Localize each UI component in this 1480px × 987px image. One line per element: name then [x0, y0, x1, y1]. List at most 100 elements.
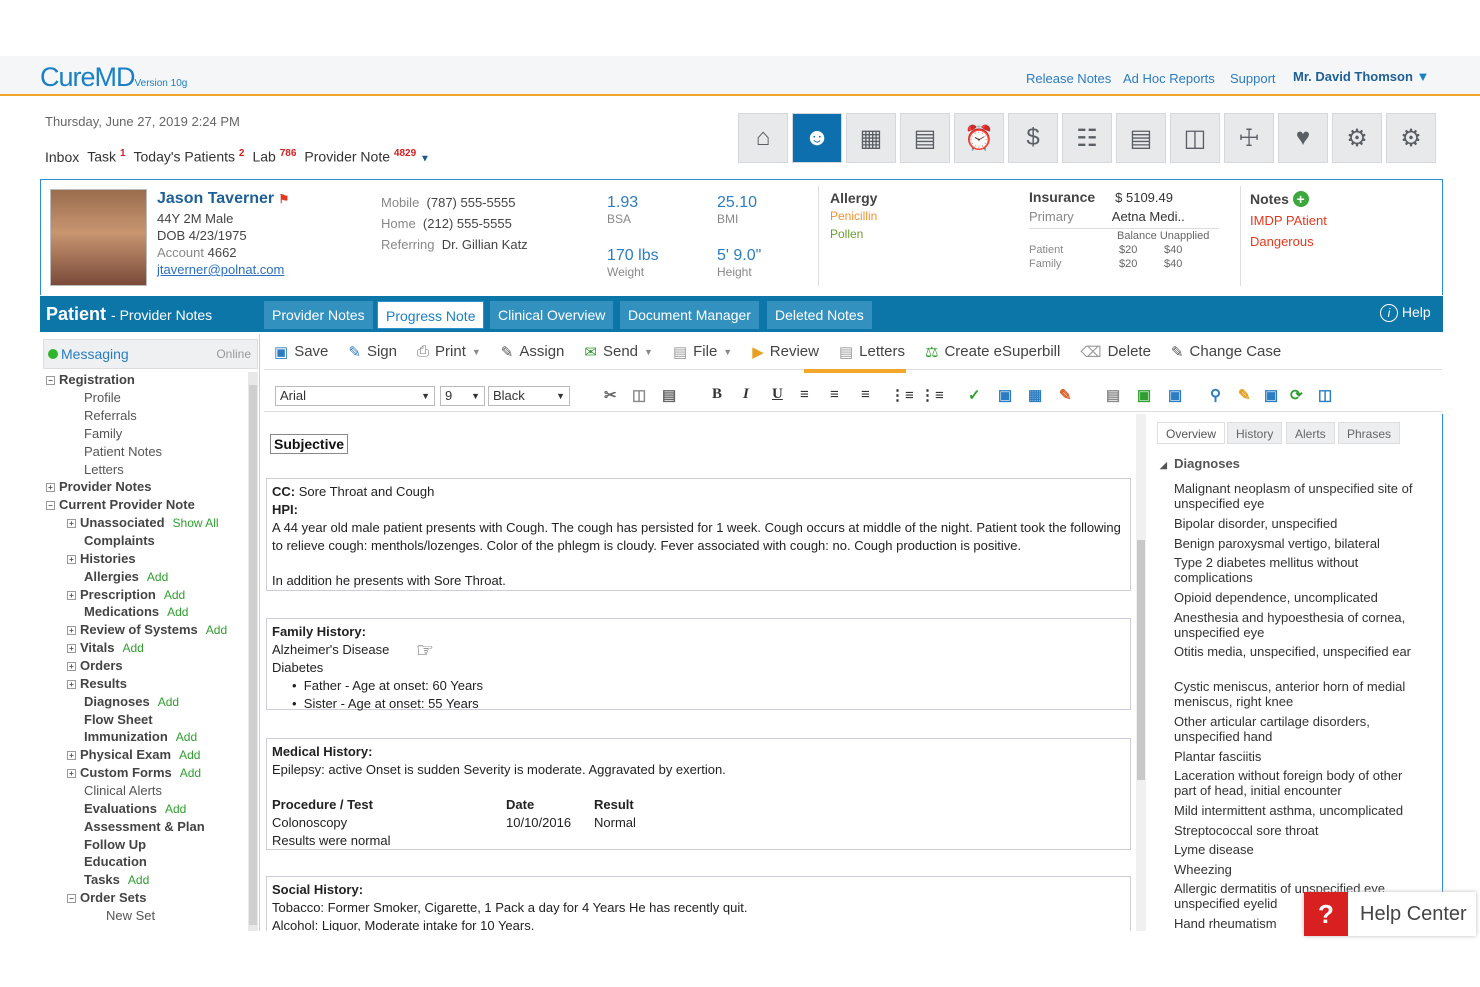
bullet-list-icon[interactable]: ⋮≡: [920, 386, 944, 404]
align-right-icon[interactable]: ≡: [861, 386, 870, 403]
copy-icon[interactable]: ◫: [632, 386, 646, 404]
diagnosis-item[interactable]: Benign paroxysmal vertigo, bilateral: [1174, 536, 1424, 551]
sidebar-item-provider-notes[interactable]: + Provider Notes: [46, 479, 151, 494]
paint-icon[interactable]: ✎: [1059, 386, 1072, 404]
dollar-icon[interactable]: $: [1008, 113, 1058, 163]
patient-icon[interactable]: ☻: [792, 113, 842, 163]
sidebar-item-current-provider-note[interactable]: − Current Provider Note: [46, 497, 195, 512]
tab-progress-note[interactable]: Progress Note: [377, 301, 485, 329]
table-icon[interactable]: ▦: [1028, 386, 1042, 404]
billing-icon[interactable]: ☷: [1062, 113, 1112, 163]
diagnosis-item[interactable]: Other articular cartilage disorders, uns…: [1174, 714, 1424, 744]
tab-deleted-notes[interactable]: Deleted Notes: [767, 301, 872, 329]
add-link[interactable]: Add: [164, 588, 185, 602]
assign-button[interactable]: ✎ Assign: [501, 343, 565, 361]
edit-icon[interactable]: ✎: [1238, 386, 1251, 404]
sidebar-item-results[interactable]: + Results: [67, 676, 127, 691]
sidebar-scroll-thumb[interactable]: [249, 385, 257, 925]
diagnosis-item[interactable]: Plantar fasciitis: [1174, 749, 1424, 764]
sidebar-item-letters[interactable]: Letters: [84, 462, 124, 477]
tab-overview[interactable]: Overview: [1157, 422, 1226, 444]
tab-clinical-overview[interactable]: Clinical Overview: [490, 301, 614, 329]
messaging-panel[interactable]: Messaging Online: [43, 339, 258, 369]
film-icon[interactable]: ◫: [1170, 113, 1220, 163]
lab-link[interactable]: Lab 786: [252, 148, 296, 165]
sidebar-item-tasks[interactable]: Tasks Add: [84, 872, 149, 887]
provider-note-link[interactable]: Provider Note 4829 ▼: [304, 148, 430, 165]
report-icon[interactable]: ▤: [1116, 113, 1166, 163]
sidebar-item-profile[interactable]: Profile: [84, 390, 121, 405]
add-link[interactable]: Add: [165, 802, 186, 816]
chevron-down-icon[interactable]: ▼: [420, 154, 430, 165]
sidebar-item-physical-exam[interactable]: + Physical Exam Add: [67, 747, 200, 762]
print-button[interactable]: ⎙ Print ▼: [417, 343, 481, 360]
sidebar-item-orders[interactable]: + Orders: [67, 658, 123, 673]
sidebar-item-custom-forms[interactable]: + Custom Forms Add: [67, 765, 201, 780]
sidebar-item-flow-sheet[interactable]: Flow Sheet: [84, 712, 153, 727]
review-button[interactable]: ▶ Review: [752, 343, 819, 361]
diagnosis-item[interactable]: Bipolar disorder, unspecified: [1174, 516, 1424, 531]
support-link[interactable]: Support: [1230, 71, 1276, 86]
bold-icon[interactable]: B: [712, 386, 722, 403]
sidebar-item-histories[interactable]: + Histories: [67, 551, 136, 566]
diagnosis-item[interactable]: Cystic meniscus, anterior horn of medial…: [1174, 679, 1424, 709]
numbered-list-icon[interactable]: ⋮≡: [890, 386, 914, 404]
medkit-icon[interactable]: ☩: [1224, 113, 1274, 163]
sidebar-item-review-of-systems[interactable]: + Review of Systems Add: [67, 622, 227, 637]
sign-button[interactable]: ✎ Sign: [348, 343, 397, 361]
social-history-section[interactable]: Social History: Tobacco: Former Smoker, …: [266, 876, 1131, 936]
sidebar-item-new-set[interactable]: New Set: [106, 908, 155, 923]
patient-email-link[interactable]: jtaverner@polnat.com: [157, 261, 284, 278]
tab-phrases[interactable]: Phrases: [1338, 422, 1401, 444]
diagnosis-item[interactable]: Otitis media, unspecified, unspecified e…: [1174, 644, 1424, 659]
file-button[interactable]: ▤ File ▼: [673, 343, 732, 361]
cc-hpi-section[interactable]: CC: Sore Throat and Cough HPI: A 44 year…: [266, 478, 1131, 591]
diagnosis-item[interactable]: Streptococcal sore throat: [1174, 823, 1424, 838]
tab-provider-notes[interactable]: Provider Notes: [264, 301, 373, 329]
diagnosis-item[interactable]: Mild intermittent asthma, uncomplicated: [1174, 803, 1424, 818]
save-template-icon[interactable]: ▣: [1137, 386, 1151, 404]
diagnosis-item[interactable]: Opioid dependence, uncomplicated: [1174, 590, 1424, 605]
search-icon[interactable]: ⚲: [1210, 386, 1221, 404]
create-esuperbill-button[interactable]: ⚖ Create eSuperbill: [925, 343, 1060, 361]
home-icon[interactable]: ⌂: [738, 113, 788, 163]
diagnosis-item[interactable]: Lyme disease: [1174, 842, 1424, 857]
show-all-link[interactable]: Show All: [173, 516, 219, 530]
diagnosis-item[interactable]: Malignant neoplasm of unspecified site o…: [1174, 481, 1424, 511]
sidebar-item-assessment-plan[interactable]: Assessment & Plan: [84, 819, 205, 834]
tab-history[interactable]: History: [1227, 422, 1283, 444]
sidebar-item-evaluations[interactable]: Evaluations Add: [84, 801, 186, 816]
paste-icon[interactable]: ▤: [662, 386, 676, 404]
align-center-icon[interactable]: ≡: [830, 386, 839, 403]
family-history-section[interactable]: Family History: Alzheimer's Disease Diab…: [266, 618, 1131, 711]
task-link[interactable]: Task 1: [87, 148, 125, 165]
export-icon[interactable]: ▣: [1168, 386, 1182, 404]
add-link[interactable]: Add: [179, 748, 200, 762]
sidebar-item-referrals[interactable]: Referrals: [84, 408, 137, 423]
sidebar-item-registration[interactable]: − Registration: [46, 372, 135, 387]
sidebar-item-diagnoses[interactable]: Diagnoses Add: [84, 694, 179, 709]
font-select[interactable]: Arial ▼: [275, 386, 435, 406]
calendar-icon[interactable]: ▦: [846, 113, 896, 163]
sidebar-item-unassociated[interactable]: + Unassociated Show All: [67, 515, 219, 530]
sidebar-item-prescription[interactable]: + Prescription Add: [67, 587, 185, 602]
sidebar-item-follow-up[interactable]: Follow Up: [84, 837, 146, 852]
tab-document-manager[interactable]: Document Manager: [620, 301, 759, 329]
medical-history-section[interactable]: Medical History: Epilepsy: active Onset …: [266, 738, 1131, 850]
spellcheck-icon[interactable]: ✓: [968, 386, 981, 404]
save-button[interactable]: ▣ Save: [274, 343, 328, 361]
todays-patients-link[interactable]: Today's Patients 2: [134, 148, 245, 165]
add-link[interactable]: Add: [122, 641, 143, 655]
gear-icon[interactable]: ⚙: [1332, 113, 1382, 163]
font-size-select[interactable]: 9 ▼: [440, 386, 485, 406]
diagnosis-item[interactable]: Laceration without foreign body of other…: [1174, 768, 1424, 798]
cut-icon[interactable]: ✂: [604, 386, 617, 404]
curemd-logo[interactable]: CureMDVersion 10g: [40, 62, 187, 93]
add-link[interactable]: Add: [167, 605, 188, 619]
section-subjective[interactable]: Subjective: [270, 434, 349, 454]
sidebar-item-allergies[interactable]: Allergies Add: [84, 569, 168, 584]
add-link[interactable]: Add: [180, 766, 201, 780]
insert-doc-icon[interactable]: ▤: [1106, 386, 1120, 404]
refresh-icon[interactable]: ⟳: [1290, 386, 1303, 404]
add-note-icon[interactable]: +: [1292, 191, 1309, 207]
